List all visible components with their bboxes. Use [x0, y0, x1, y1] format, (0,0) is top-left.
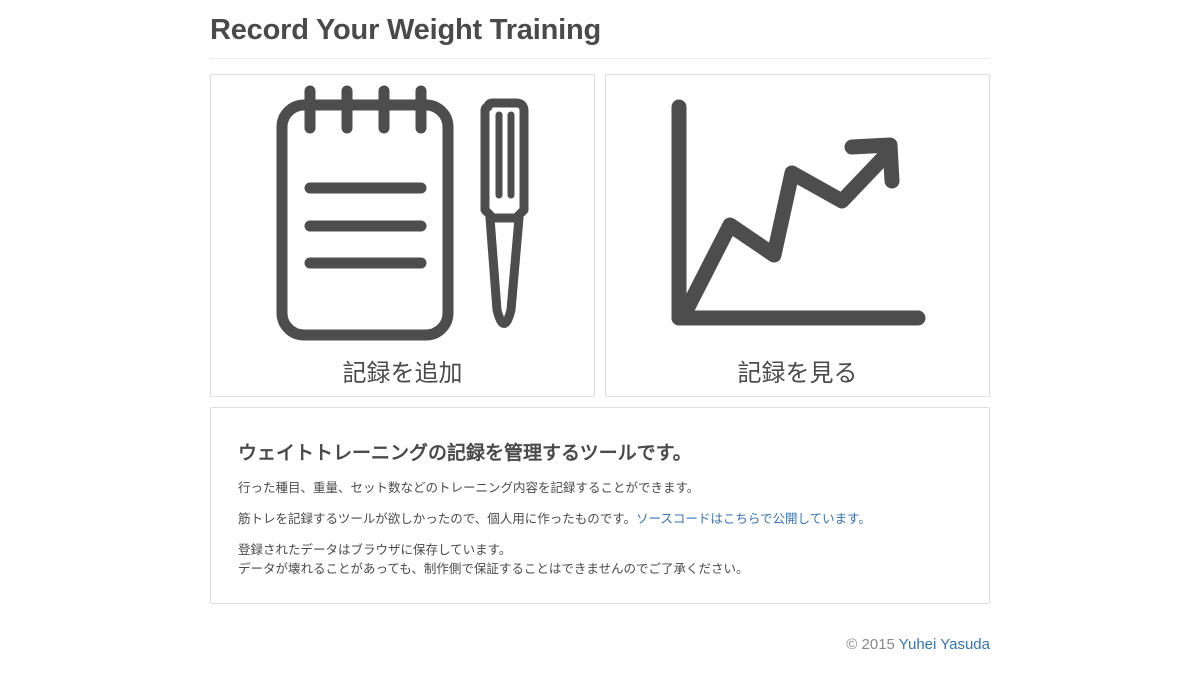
description-paragraph-features: 行った種目、重量、セット数などのトレーニング内容を記録することができます。: [238, 480, 700, 495]
description-paragraph-disclaimer: 登録されたデータはブラウザに保存しています。データが壊れることがあっても、制作側…: [238, 540, 749, 578]
view-records-label: 記録を見る: [737, 359, 858, 387]
line-chart-icon: [671, 99, 926, 326]
author-link[interactable]: Yuhei Yasuda: [899, 636, 990, 653]
view-records-card[interactable]: 記録を見る: [605, 74, 990, 397]
description-heading: ウェイトトレーニングの記録を管理するツールです。: [238, 442, 692, 464]
description-panel: ウェイトトレーニングの記録を管理するツールです。 行った種目、重量、セット数など…: [210, 407, 990, 604]
disclaimer-line-1: 登録されたデータはブラウザに保存しています。: [238, 542, 512, 557]
description-paragraph-motivation: 筋トレを記録するツールが欲しかったので、個人用に作ったものです。ソースコードはこ…: [238, 509, 871, 528]
footer: © 2015 Yuhei Yasuda: [846, 636, 990, 653]
action-cards: 記録を追加 記録を見る: [210, 74, 990, 397]
main-container: Record Your Weight Training 記録を追加 記録を見る …: [210, 0, 990, 653]
notepad-pen-icon: [276, 85, 529, 341]
page-title: Record Your Weight Training: [210, 14, 601, 46]
motivation-text: 筋トレを記録するツールが欲しかったので、個人用に作ったものです。: [238, 511, 637, 526]
add-record-card[interactable]: 記録を追加: [210, 74, 595, 397]
add-record-label: 記録を追加: [342, 359, 463, 387]
source-code-link[interactable]: ソースコードはこちらで公開しています。: [636, 511, 871, 526]
disclaimer-line-2: データが壊れることがあっても、制作側で保証することはできませんのでご了承ください…: [238, 561, 749, 576]
title-divider: [210, 58, 990, 59]
copyright-text: © 2015: [846, 636, 895, 653]
